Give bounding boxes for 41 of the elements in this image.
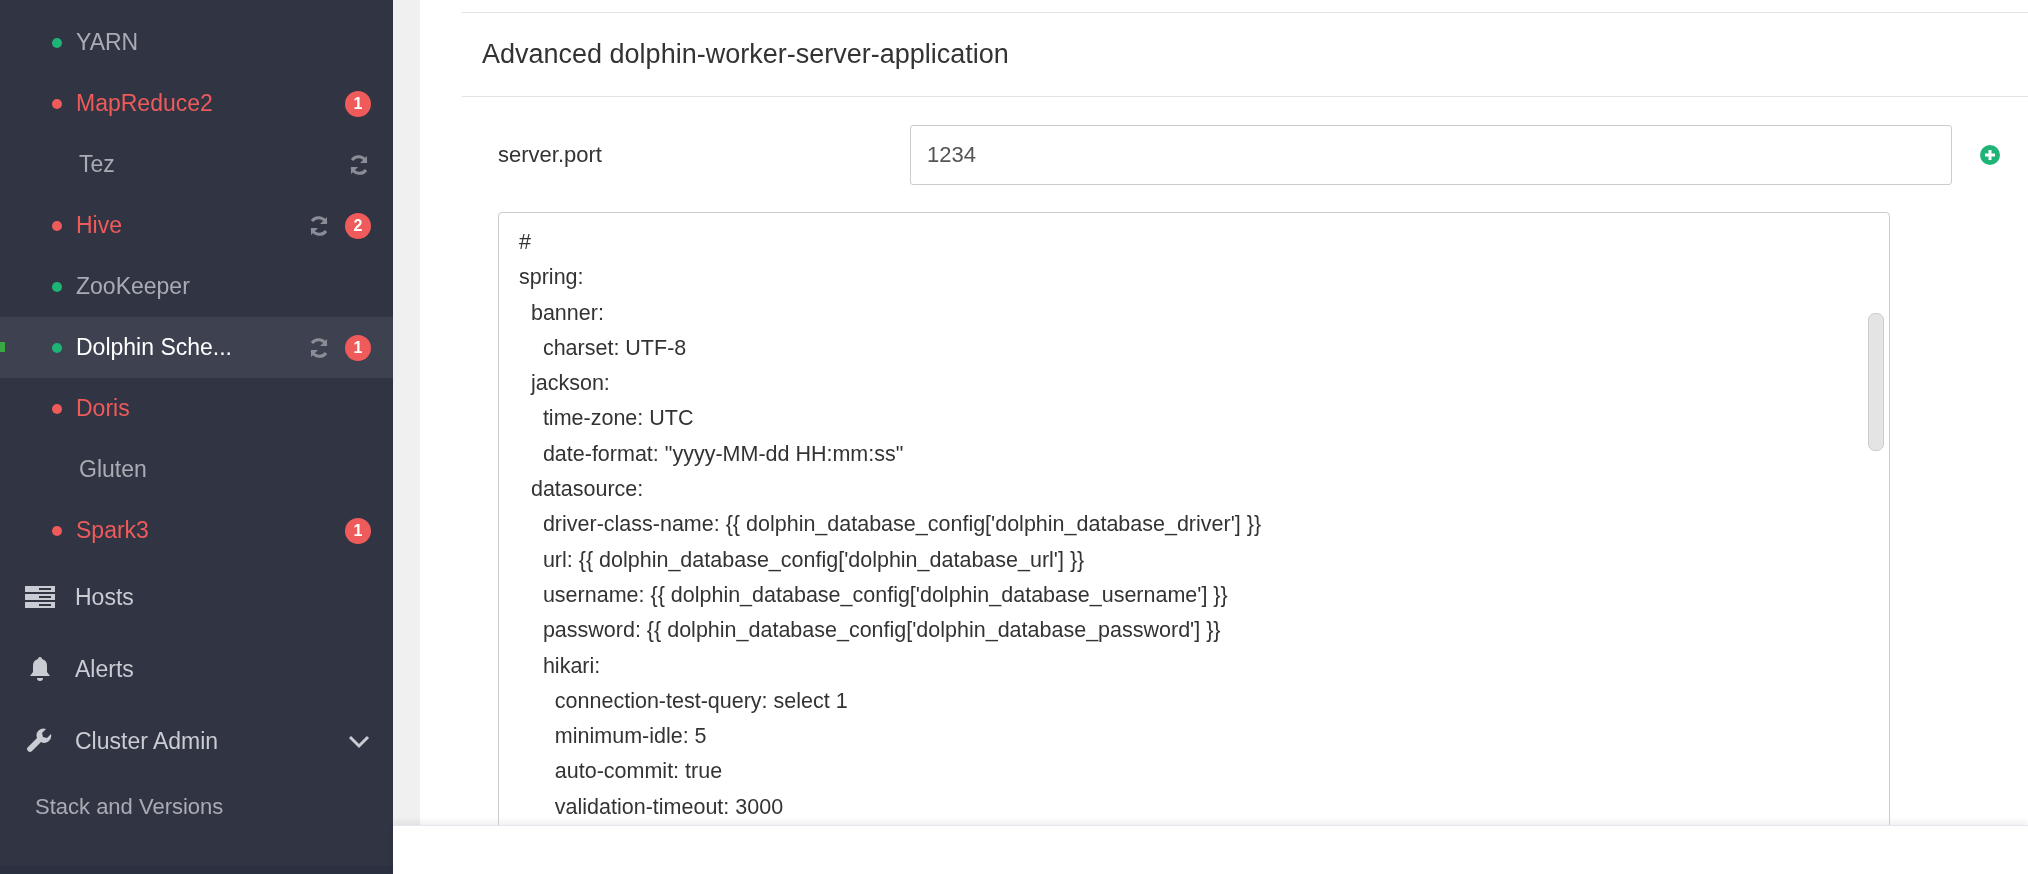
code-line: minimum-idle: 5 [553, 723, 708, 751]
code-line: time-zone: UTC [541, 405, 695, 433]
service-item[interactable]: Doris [0, 378, 393, 439]
property-label: server.port [498, 142, 603, 168]
service-item[interactable]: Hive 2 [0, 195, 393, 256]
code-line: banner: [529, 299, 605, 327]
service-item[interactable]: MapReduce2 1 [0, 73, 393, 134]
code-line: date-format: "yyyy-MM-dd HH:mm:ss" [541, 440, 905, 468]
alert-count-badge: 2 [345, 212, 371, 239]
alert-count-badge: 1 [345, 517, 371, 544]
code-line: password: {{ dolphin_database_config['dolphin_database_password'] }} [541, 617, 1222, 645]
nav-subitem[interactable]: Stack and Versions [0, 777, 393, 837]
input-field[interactable]: 1234 [910, 125, 1952, 185]
code-line: charset: UTF-8 [541, 334, 688, 362]
scrollbar-thumb[interactable] [1868, 313, 1884, 451]
code-line: driver-class-name: {{ dolphin_database_config['dolphin_database_driver'] }} [541, 511, 1263, 539]
nav-item[interactable]: Cluster Admin [0, 705, 393, 777]
code-line: url: {{ dolphin_database_config['dolphin_database_url'] }} [541, 546, 1086, 574]
code-line: # [519, 229, 532, 256]
code-line: validation-timeout: 3000 [553, 793, 785, 821]
service-item[interactable]: Dolphin Sche... 1 [0, 317, 393, 378]
service-item[interactable]: Spark3 1 [0, 500, 393, 561]
code-line: datasource: [529, 476, 645, 504]
code-line: username: {{ dolphin_database_config['dolphin_database_username'] }} [541, 581, 1229, 609]
code-line: hikari: [541, 652, 602, 680]
service-item[interactable]: Gluten [0, 439, 393, 500]
alert-count-badge: 1 [345, 90, 371, 117]
service-item[interactable]: YARN [0, 12, 393, 73]
code-line: spring: [519, 264, 585, 292]
code-line: connection-test-query: select 1 [553, 687, 849, 715]
section-title: Advanced dolphin-worker-server-application [482, 39, 1009, 70]
code-line: jackson: [529, 370, 611, 398]
service-item[interactable]: Tez [0, 134, 393, 195]
server-icon [25, 586, 55, 608]
nav-item[interactable]: Alerts [0, 633, 393, 705]
nav-item[interactable]: Hosts [0, 561, 393, 633]
code-line: auto-commit: true [553, 758, 724, 786]
alert-count-badge: 1 [345, 334, 371, 361]
add-icon[interactable] [1980, 145, 2000, 165]
selection-marker [0, 342, 5, 352]
service-item[interactable]: ZooKeeper [0, 256, 393, 317]
